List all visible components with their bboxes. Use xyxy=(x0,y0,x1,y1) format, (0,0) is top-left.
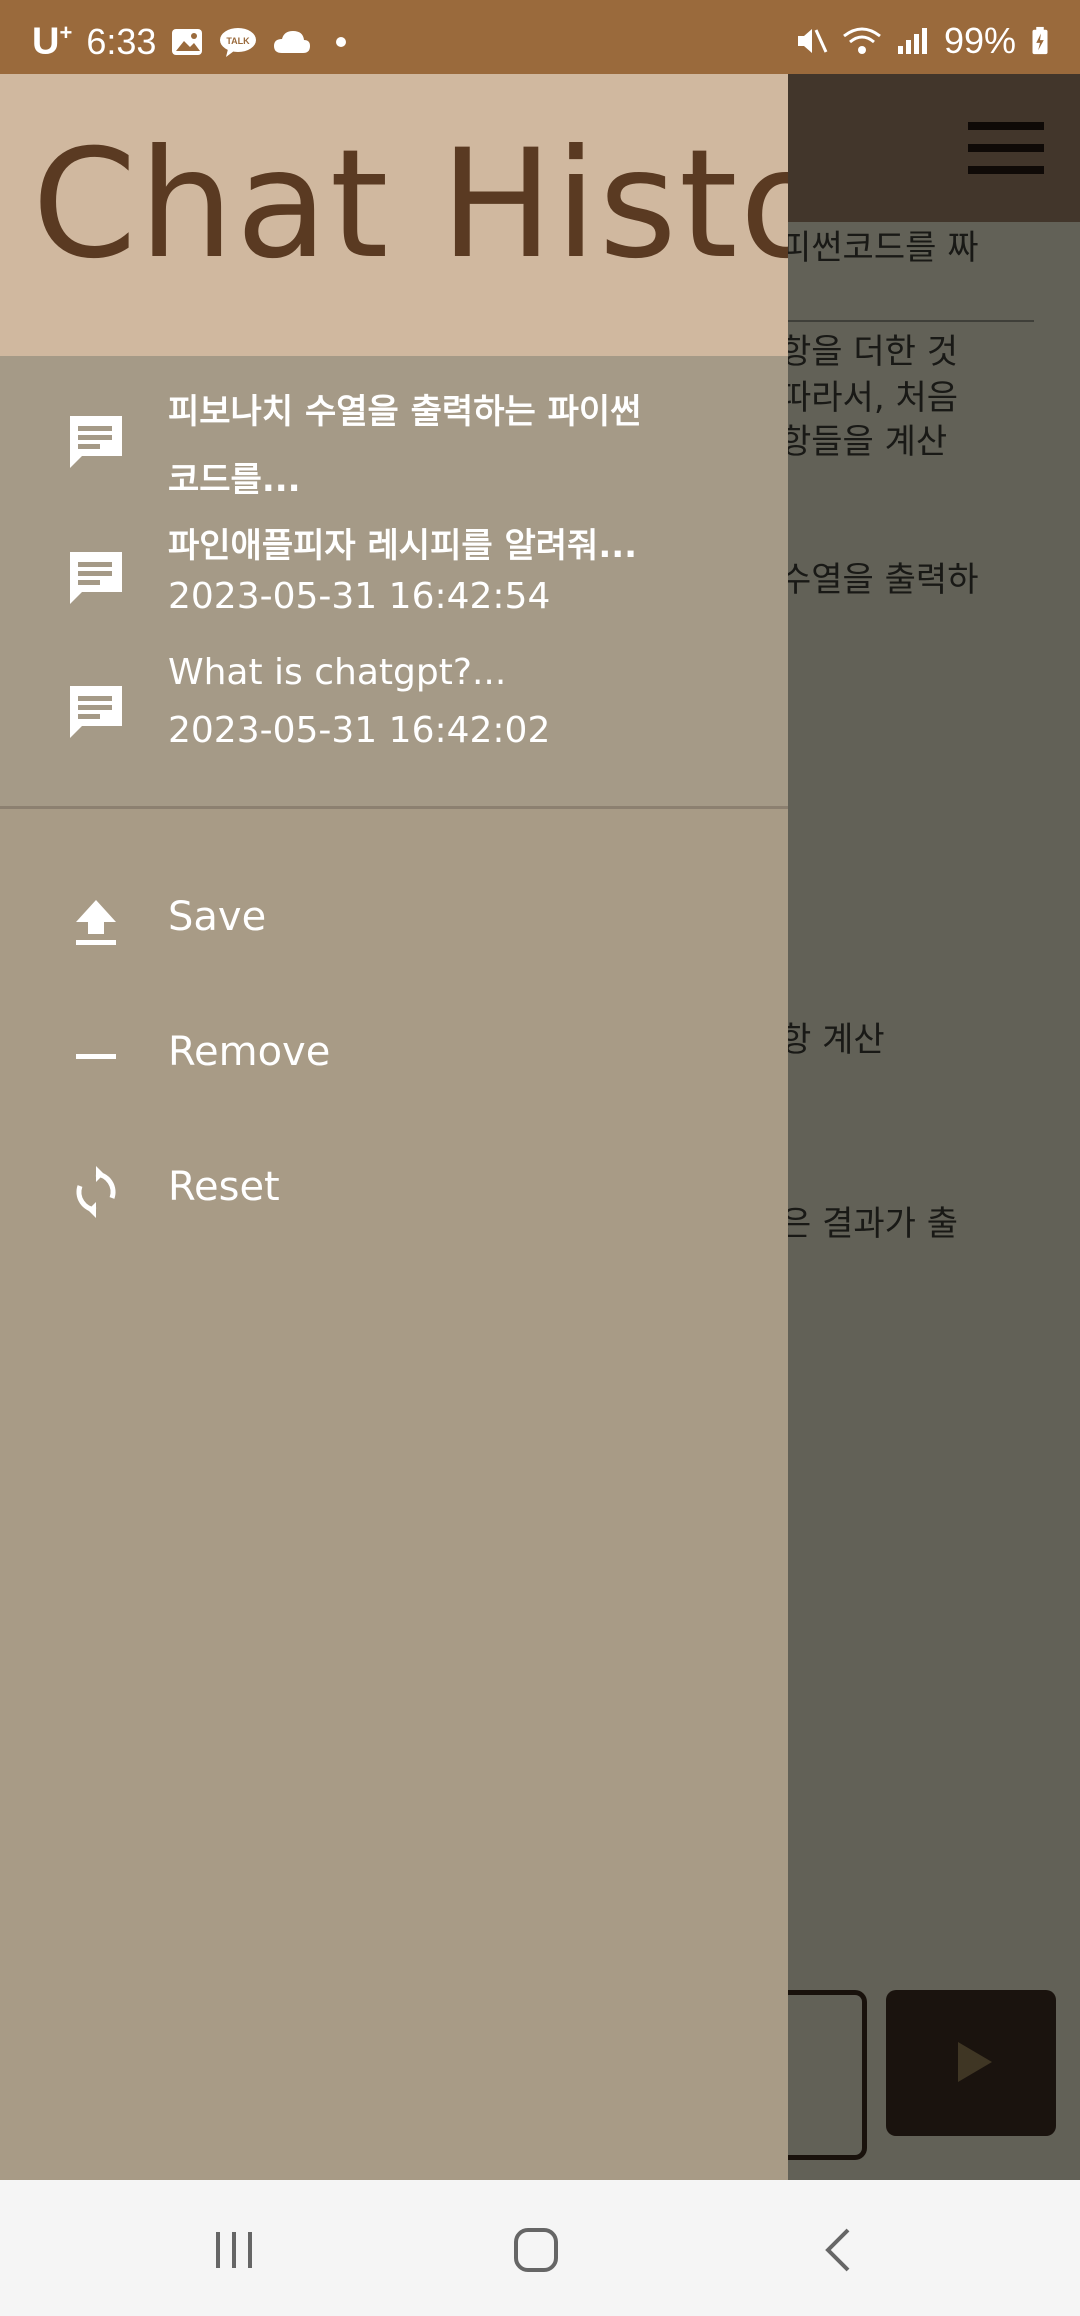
history-date: 2023-05-31 16:42:02 xyxy=(168,710,551,751)
notification-dot xyxy=(336,36,347,47)
upload-icon xyxy=(76,900,116,945)
chat-history-list: 피보나치 수열을 출력하는 파이썬 코드를... 파인애플피자 레시피를 알려줘… xyxy=(0,356,788,806)
battery-percent: 99% xyxy=(943,20,1016,61)
system-nav-bar xyxy=(0,2180,1080,2316)
chat-icon xyxy=(70,416,122,468)
cloud-icon xyxy=(274,30,311,53)
history-title: 파인애플피자 레시피를 알려줘... xyxy=(168,526,638,566)
drawer-header: Chat History xyxy=(0,74,788,356)
history-title: 피보나치 수열을 출력하는 파이썬 xyxy=(168,392,642,432)
reset-label: Reset xyxy=(168,1164,280,1210)
chat-icon xyxy=(70,686,122,738)
history-title: What is chatgpt?... xyxy=(168,652,507,693)
signal-icon xyxy=(897,28,927,54)
history-title-cont: 코드를... xyxy=(168,460,301,500)
refresh-icon xyxy=(76,1166,116,1218)
save-label: Save xyxy=(168,894,267,940)
drawer-title: Chat History xyxy=(32,118,788,292)
battery-icon xyxy=(1032,26,1048,55)
history-item[interactable]: 파인애플피자 레시피를 알려줘... 2023-05-31 16:42:54 xyxy=(0,512,788,642)
mute-icon xyxy=(797,29,828,53)
navigation-drawer: Chat History 피보나치 수열을 출력하는 파이썬 코드를... 파인… xyxy=(0,74,788,2180)
save-menu-item[interactable]: Save xyxy=(0,864,788,984)
remove-menu-item[interactable]: Remove xyxy=(0,999,788,1119)
drawer-divider xyxy=(0,806,788,809)
reset-menu-item[interactable]: Reset xyxy=(0,1134,788,1254)
home-icon[interactable] xyxy=(496,2220,576,2280)
recents-icon[interactable] xyxy=(194,2220,274,2280)
clock: 6:33 xyxy=(86,20,157,62)
remove-label: Remove xyxy=(168,1029,331,1075)
wifi-icon xyxy=(843,27,881,54)
status-bar: U+ 6:33 TALK 99% xyxy=(0,0,1080,74)
talk-icon: TALK xyxy=(220,27,257,57)
history-date: 2023-05-31 16:42:54 xyxy=(168,576,551,617)
svg-text:TALK: TALK xyxy=(227,36,251,46)
history-item[interactable]: What is chatgpt?... 2023-05-31 16:42:02 xyxy=(0,646,788,776)
carrier-label: U+ xyxy=(32,20,73,63)
back-icon[interactable] xyxy=(800,2220,880,2280)
chat-icon xyxy=(70,552,122,604)
minus-icon xyxy=(76,1054,116,1059)
history-item[interactable]: 피보나치 수열을 출력하는 파이썬 코드를... xyxy=(0,356,788,500)
gallery-icon xyxy=(172,28,203,55)
